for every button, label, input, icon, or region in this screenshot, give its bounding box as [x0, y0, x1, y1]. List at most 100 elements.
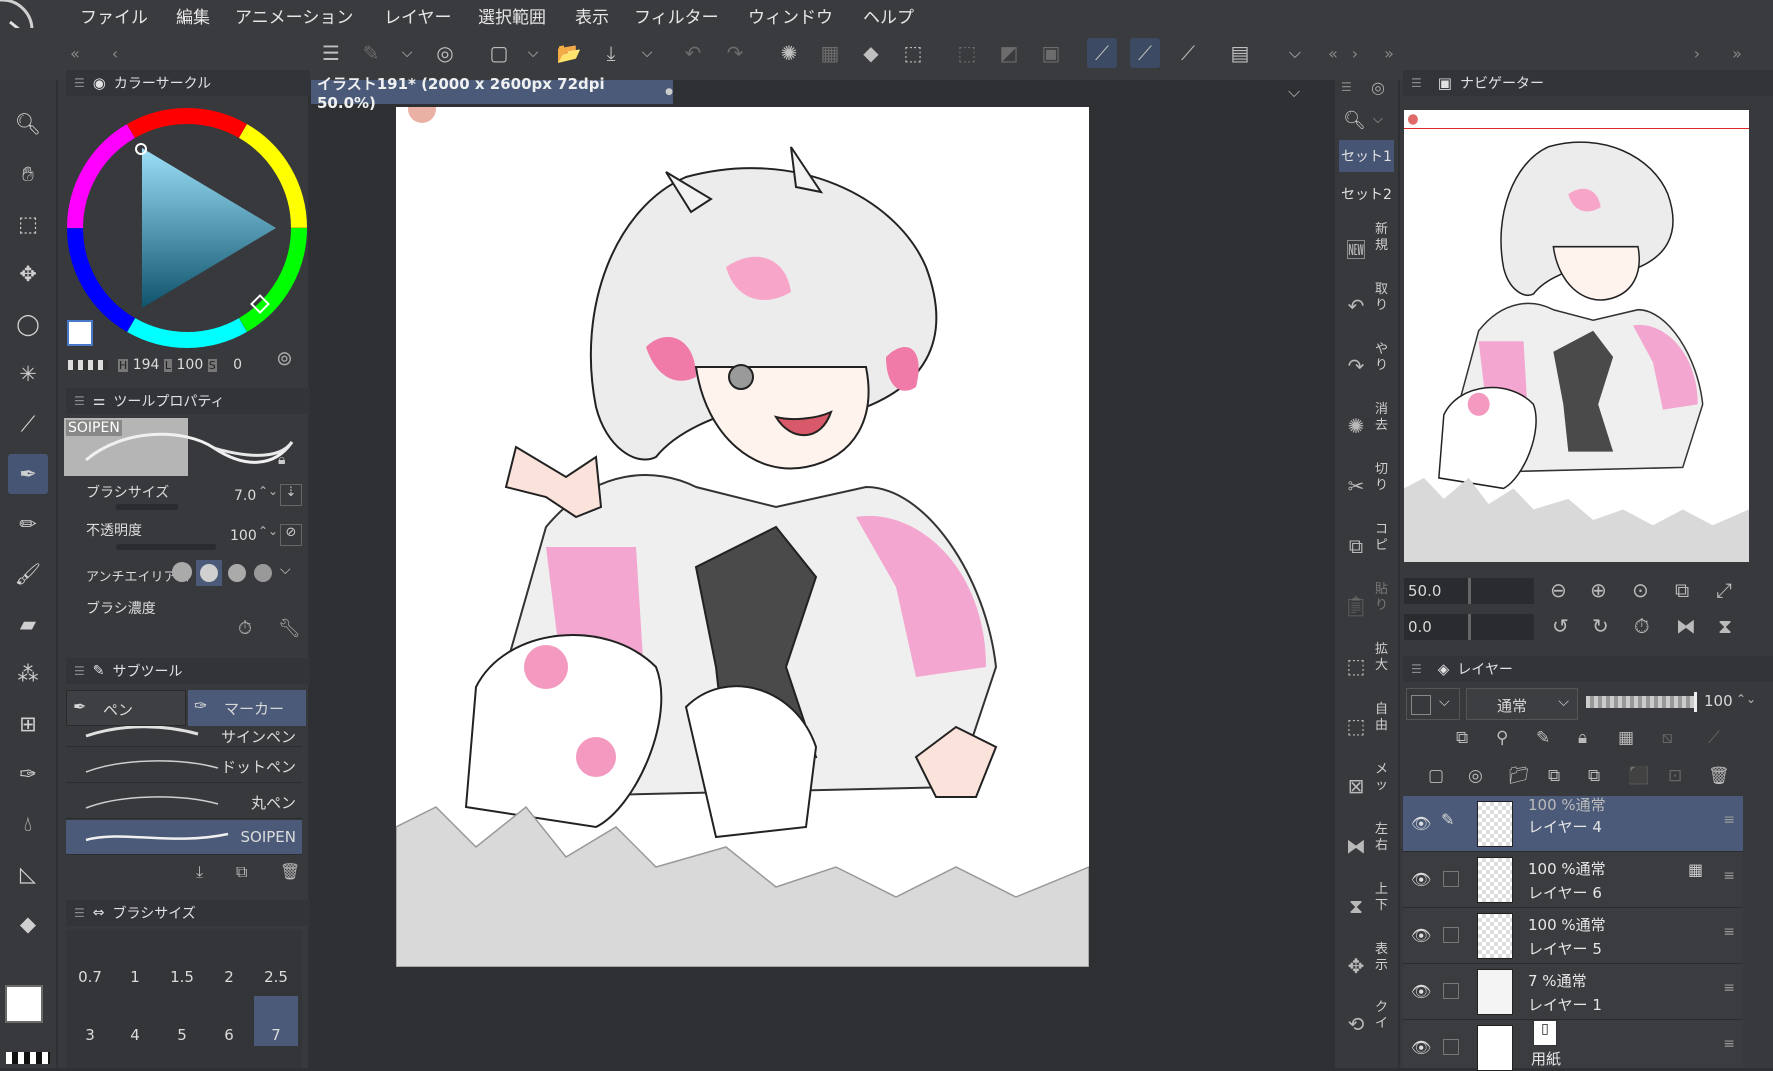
fit-navigator-icon[interactable]: ⤢ [1716, 578, 1732, 602]
lock-icon[interactable]: 🔒︎ [278, 452, 285, 468]
reference-layer-icon[interactable]: ⚲ [1496, 728, 1508, 748]
trash-icon[interactable]: 🗑︎ [280, 862, 300, 881]
drag-handle-icon[interactable]: ≡ [1723, 868, 1735, 884]
antialias-strong-icon[interactable] [254, 564, 272, 582]
fill-tool-icon[interactable]: ◆ [8, 904, 48, 944]
subtool-import-icon[interactable]: ⤓ [196, 862, 203, 882]
eye-icon[interactable]: 👁︎ [1411, 926, 1431, 945]
brush-size-option[interactable]: 6 [207, 1026, 251, 1044]
main-color-swatch[interactable] [5, 985, 43, 1023]
tool-settings-reset-icon[interactable]: ⏱ [238, 618, 252, 639]
panel-expand-icon[interactable]: » [1374, 38, 1404, 68]
merge-down-icon[interactable]: ⧉ [1588, 766, 1600, 786]
subtool-item-soipen[interactable]: SOIPEN [66, 820, 302, 855]
layer-select-checkbox[interactable] [1443, 1039, 1459, 1055]
undo-icon[interactable]: ↶ [678, 38, 708, 68]
chevron-left-icon[interactable]: ‹ [100, 38, 130, 68]
subtool-item-signpen[interactable]: サインペン [66, 726, 302, 747]
layer-row-4[interactable]: 👁︎ ✎ 100 %通常 レイヤー 4 ≡ [1403, 796, 1743, 852]
brush-size-option[interactable]: 0.7 [68, 968, 112, 986]
ruler-snap-icon[interactable]: ⟋ [1087, 38, 1117, 68]
set-1-button[interactable]: セット1 [1339, 140, 1394, 172]
hamburger-menu-icon[interactable]: ☰ [316, 38, 346, 68]
navigator-rotate-field[interactable]: 0.0 [1404, 614, 1534, 640]
pencil-tool-icon[interactable]: ✏ [8, 504, 48, 544]
clear-outside-icon[interactable]: ▦ [815, 38, 845, 68]
fit-window-icon[interactable]: ⧉ [1675, 578, 1689, 602]
pen-tool-icon[interactable]: ✒ [8, 454, 48, 494]
zoom-tool-icon[interactable]: 🔍︎ [8, 104, 48, 144]
brush-size-option[interactable]: 4 [113, 1026, 157, 1044]
eraser-tool-icon[interactable]: ▰ [8, 604, 48, 644]
chevron-down-icon[interactable]: ⌵ [392, 38, 422, 68]
open-folder-icon[interactable]: 📂 [554, 38, 584, 68]
brush-size-slider[interactable] [116, 504, 178, 510]
brush-size-value[interactable]: 7.0 [234, 488, 256, 504]
set-2-button[interactable]: セット2 [1339, 178, 1394, 210]
layer-select-checkbox[interactable] [1443, 983, 1459, 999]
brush-size-option[interactable]: 3 [68, 1026, 112, 1044]
color-wheel[interactable] [64, 106, 310, 350]
ruler-tool-icon[interactable]: ◺ [8, 854, 48, 894]
brush-size-stepper-icon[interactable]: ⌃⌄ [258, 484, 278, 498]
hand-tool-icon[interactable]: ✋︎ [8, 154, 48, 194]
auto-select-tool-icon[interactable]: ✳ [8, 354, 48, 394]
quick-quick[interactable]: ⟲ クイ [1339, 998, 1395, 1054]
new-folder-icon[interactable]: 📁︎ [1508, 766, 1530, 786]
save-icon[interactable]: ⤓ [596, 38, 626, 68]
quick-mesh[interactable]: ⊠ メッ [1339, 760, 1395, 816]
canvas-paper[interactable] [396, 107, 1089, 967]
draft-layer-icon[interactable]: ✎ [1536, 728, 1550, 748]
eye-icon[interactable]: 👁︎ [1411, 870, 1431, 889]
opacity-value[interactable]: 100 [230, 528, 257, 544]
fill-icon[interactable]: ◆ [856, 38, 886, 68]
quick-flip-h[interactable]: ⧓ 左右 [1339, 820, 1395, 876]
edit-icon[interactable]: ✎ [356, 38, 386, 68]
quick-free-transform[interactable]: ⬚ 自由 [1339, 700, 1395, 756]
lock-transparency-icon[interactable]: ▦ [1618, 728, 1634, 748]
navigator-zoom-field[interactable]: 50.0 [1404, 578, 1534, 604]
chevron-right-icon[interactable]: › [1682, 38, 1712, 68]
flip-vertical-icon[interactable]: ⧗ [1718, 614, 1732, 638]
menu-selection[interactable]: 選択範囲 [478, 3, 546, 28]
selection-border-icon[interactable]: ▣ [1036, 38, 1066, 68]
drag-handle-icon[interactable]: ≡ [1723, 980, 1735, 996]
quick-redo[interactable]: ↷ やり [1339, 340, 1395, 396]
quick-scale[interactable]: ⬚ 拡大 [1339, 640, 1395, 696]
document-tab[interactable]: イラスト191* (2000 x 2600px 72dpi 50.0%) ● [311, 75, 673, 112]
drag-handle-icon[interactable]: ≡ [1723, 812, 1735, 828]
menu-edit[interactable]: 編集 [176, 3, 210, 28]
operation-tool-icon[interactable]: ⬚ [8, 204, 48, 244]
new-vector-layer-icon[interactable]: ◎ [1468, 766, 1483, 786]
layer-row-6[interactable]: 👁︎ 100 %通常 レイヤー 6 ▦ ≡ [1403, 852, 1743, 908]
eye-icon[interactable]: 👁︎ [1411, 982, 1431, 1001]
drag-handle-icon[interactable]: ≡ [1723, 924, 1735, 940]
menu-animation[interactable]: アニメーション [235, 3, 353, 28]
eye-icon[interactable]: 👁︎ [1411, 1038, 1431, 1057]
reset-rotation-icon[interactable]: ⏱ [1634, 614, 1650, 638]
brush-size-option[interactable]: 1.5 [160, 968, 204, 986]
transparent-color-swatch[interactable] [6, 1052, 50, 1064]
layer-select-checkbox[interactable] [1443, 927, 1459, 943]
transform-icon[interactable]: ⬚ [898, 38, 928, 68]
antialias-medium-icon[interactable] [228, 564, 246, 582]
panel-collapse-left-icon[interactable]: « [60, 38, 90, 68]
quick-paste[interactable]: 📋︎ 貼り [1339, 580, 1395, 636]
antialias-none-icon[interactable] [172, 562, 192, 582]
brush-size-option[interactable]: 2.5 [254, 968, 298, 986]
mask-enable-icon[interactable]: ⧅ [1662, 728, 1673, 748]
redo-icon[interactable]: ↷ [720, 38, 750, 68]
subtool-tab-pen[interactable]: ✒ ペン [66, 690, 186, 726]
new-raster-layer-icon[interactable]: ▢ [1428, 766, 1444, 786]
brush-size-option[interactable]: 2 [207, 968, 251, 986]
blend-tool-icon[interactable]: 💧︎ [8, 804, 48, 844]
layer-row-paper[interactable]: 👁︎ ▯ 用紙 ≡ [1403, 1020, 1743, 1071]
zoom-out-icon[interactable]: ⊖ [1550, 578, 1567, 602]
flip-horizontal-icon[interactable]: ⧓ [1676, 614, 1696, 638]
figure-tool-icon[interactable]: ⊞ [8, 704, 48, 744]
rotate-left-icon[interactable]: ↺ [1552, 614, 1569, 638]
brush-size-option[interactable]: 1 [113, 968, 157, 986]
chevron-down-icon[interactable]: ⌵ [280, 562, 291, 578]
menu-window[interactable]: ウィンドウ [748, 3, 833, 28]
layer-opacity-value[interactable]: 100 [1704, 692, 1733, 710]
